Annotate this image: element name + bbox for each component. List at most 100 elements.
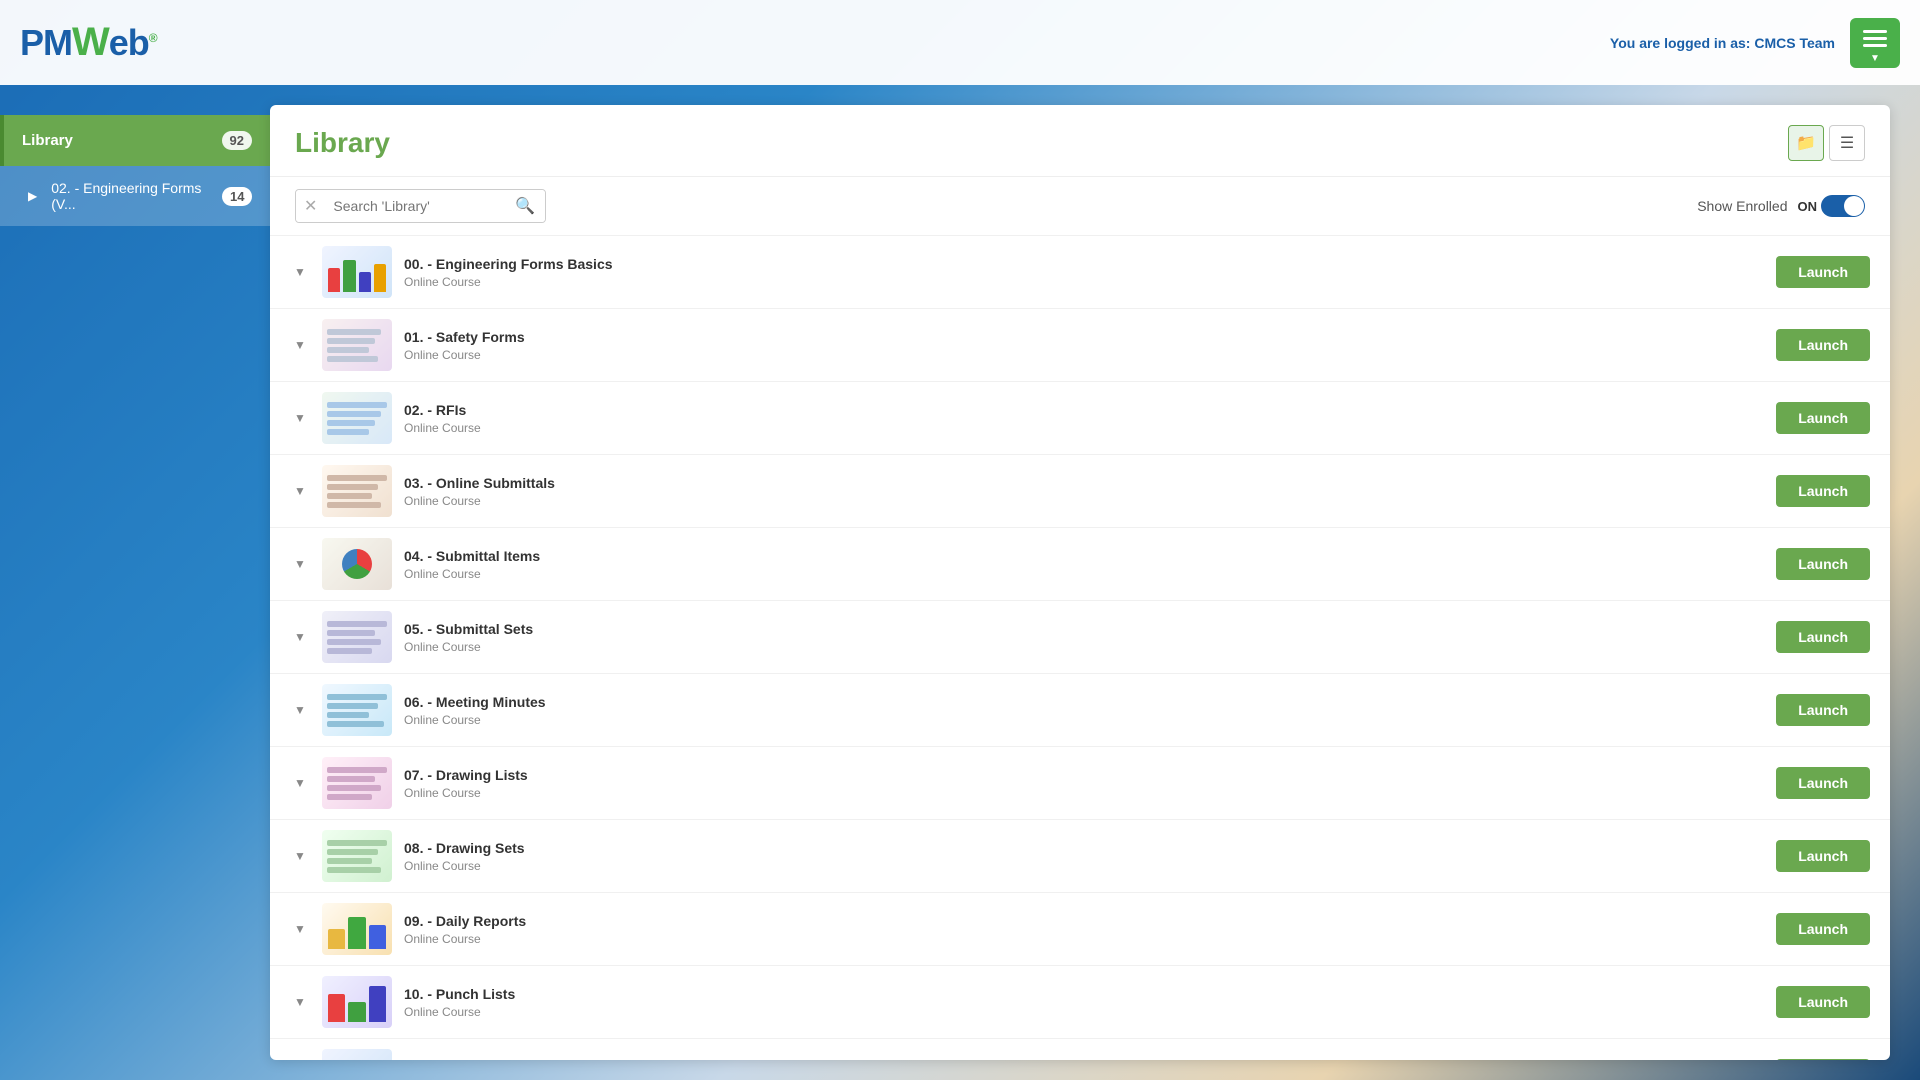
sidebar: Library 92 ▶ 02. - Engineering Forms (V.… [0,85,270,1080]
course-info-4: 04. - Submittal Items Online Course [404,548,1764,581]
toggle-switch[interactable]: ON [1798,195,1866,217]
expand-button-5[interactable]: ▼ [290,627,310,647]
expand-button-1[interactable]: ▼ [290,335,310,355]
course-name-10: 10. - Punch Lists [404,986,1764,1002]
expand-button-6[interactable]: ▼ [290,700,310,720]
list-icon: ☰ [1840,133,1854,153]
search-submit-button[interactable]: 🔍 [505,190,545,222]
logo-w-letter: W [72,20,109,64]
logged-in-prefix: You are logged in as: [1610,35,1754,51]
table-row: ▼ 02. - RFIs Online Course Launch [270,382,1890,455]
course-type-0: Online Course [404,275,1764,289]
logo: PMWeb® [20,20,157,65]
launch-button-3[interactable]: Launch [1776,475,1870,507]
thumb-table-7 [322,762,392,805]
table-row: ▼ 05. - Submittal Sets Online Course Lau… [270,601,1890,674]
course-name-3: 03. - Online Submittals [404,475,1764,491]
expand-button-10[interactable]: ▼ [290,992,310,1012]
course-info-3: 03. - Online Submittals Online Course [404,475,1764,508]
launch-button-8[interactable]: Launch [1776,840,1870,872]
show-enrolled-label: Show Enrolled [1697,198,1787,214]
search-icon: 🔍 [515,196,535,216]
folder-view-button[interactable]: 📁 [1788,125,1824,161]
content-header: Library 📁 ☰ [270,105,1890,177]
expand-button-4[interactable]: ▼ [290,554,310,574]
course-type-2: Online Course [404,421,1764,435]
page-title: Library [295,127,390,159]
launch-button-10[interactable]: Launch [1776,986,1870,1018]
search-clear-button[interactable]: ✕ [296,190,325,222]
course-thumbnail-1 [322,319,392,371]
logo-text: PMWeb® [20,20,157,65]
launch-button-6[interactable]: Launch [1776,694,1870,726]
menu-line-2 [1863,37,1887,40]
course-type-1: Online Course [404,348,1764,362]
course-name-11: 11. - Transmittals [404,1059,1764,1061]
expand-button-9[interactable]: ▼ [290,919,310,939]
search-box: ✕ 🔍 [295,189,546,223]
course-name-8: 08. - Drawing Sets [404,840,1764,856]
course-thumbnail-9 [322,903,392,955]
logo-eb: eb [109,22,149,63]
expand-button-3[interactable]: ▼ [290,481,310,501]
show-enrolled: Show Enrolled ON [1697,195,1865,217]
sidebar-label-engineering-forms: 02. - Engineering Forms (V... [51,180,214,212]
expand-button-7[interactable]: ▼ [290,773,310,793]
toggle-label: ON [1798,199,1818,214]
sidebar-item-library[interactable]: Library 92 [0,115,270,166]
sidebar-item-engineering-forms[interactable]: ▶ 02. - Engineering Forms (V... 14 [0,166,270,226]
thumb-chart-9 [322,903,392,955]
launch-button-1[interactable]: Launch [1776,329,1870,361]
table-row: ▼ 03. - Online Submittals Online Course … [270,455,1890,528]
course-name-5: 05. - Submittal Sets [404,621,1764,637]
expand-button-2[interactable]: ▼ [290,408,310,428]
course-type-5: Online Course [404,640,1764,654]
launch-button-11[interactable]: Launch [1776,1059,1870,1060]
thumb-inner-4 [336,538,378,590]
table-row: ▼ 09. - Daily Reports Online Course Laun… [270,893,1890,966]
course-type-4: Online Course [404,567,1764,581]
toggle-track[interactable] [1821,195,1865,217]
table-row: ▼ 11. - Transmittals Online Course Launc… [270,1039,1890,1060]
course-thumbnail-3 [322,465,392,517]
course-info-5: 05. - Submittal Sets Online Course [404,621,1764,654]
course-info-1: 01. - Safety Forms Online Course [404,329,1764,362]
thumb-table-3 [322,470,392,513]
launch-button-2[interactable]: Launch [1776,402,1870,434]
thumb-table-1 [322,324,392,367]
thumb-table-6 [322,689,392,732]
launch-button-4[interactable]: Launch [1776,548,1870,580]
course-name-6: 06. - Meeting Minutes [404,694,1764,710]
course-thumbnail-6 [322,684,392,736]
launch-button-5[interactable]: Launch [1776,621,1870,653]
thumb-table-11 [322,1058,392,1060]
menu-button[interactable] [1850,18,1900,68]
list-view-button[interactable]: ☰ [1829,125,1865,161]
course-name-2: 02. - RFIs [404,402,1764,418]
sidebar-badge-library: 92 [222,131,252,150]
course-info-7: 07. - Drawing Lists Online Course [404,767,1764,800]
thumb-table-8 [322,835,392,878]
menu-line-1 [1863,30,1887,33]
table-row: ▼ 07. - Drawing Lists Online Course Laun… [270,747,1890,820]
header-right: You are logged in as: CMCS Team [1610,18,1900,68]
course-thumbnail-10 [322,976,392,1028]
course-info-9: 09. - Daily Reports Online Course [404,913,1764,946]
course-info-6: 06. - Meeting Minutes Online Course [404,694,1764,727]
thumb-table-2 [322,397,392,440]
course-name-7: 07. - Drawing Lists [404,767,1764,783]
expand-button-0[interactable]: ▼ [290,262,310,282]
launch-button-0[interactable]: Launch [1776,256,1870,288]
launch-button-9[interactable]: Launch [1776,913,1870,945]
course-thumbnail-8 [322,830,392,882]
course-thumbnail-0 [322,246,392,298]
table-row: ▼ 01. - Safety Forms Online Course Launc… [270,309,1890,382]
header: PMWeb® You are logged in as: CMCS Team [0,0,1920,85]
launch-button-7[interactable]: Launch [1776,767,1870,799]
expand-button-8[interactable]: ▼ [290,846,310,866]
chevron-right-icon: ▶ [28,189,37,203]
course-name-1: 01. - Safety Forms [404,329,1764,345]
course-name-0: 00. - Engineering Forms Basics [404,256,1764,272]
search-input[interactable] [325,198,505,214]
sidebar-badge-engineering-forms: 14 [222,187,252,206]
